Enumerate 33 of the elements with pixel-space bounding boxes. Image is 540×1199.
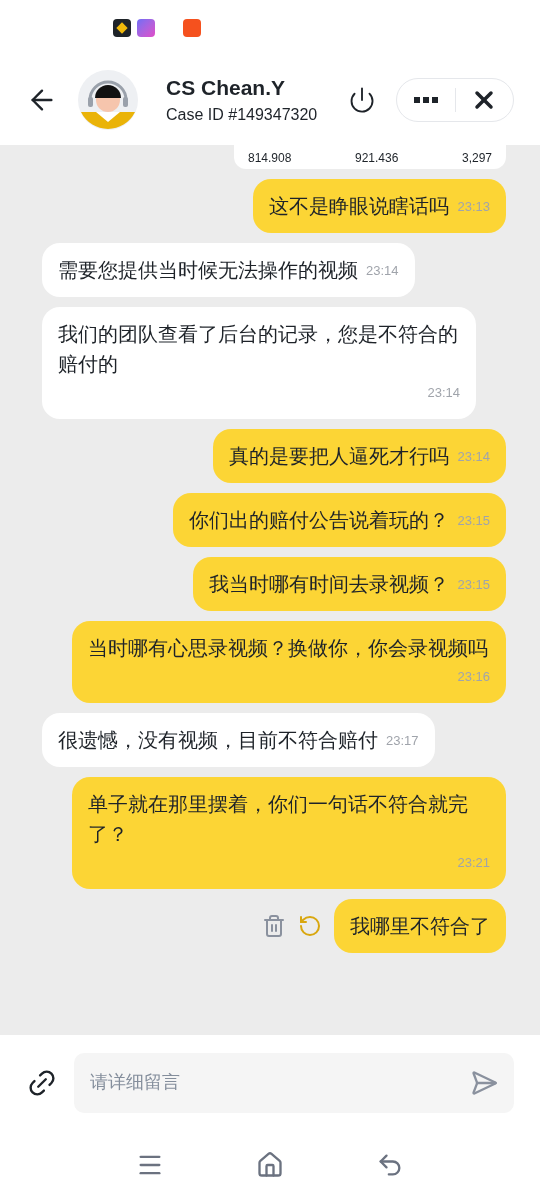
- message-text: 我们的团队查看了后台的记录，您是不符合的赔付的: [58, 322, 459, 377]
- message-time: 23:14: [427, 384, 460, 402]
- message-time: 23:13: [457, 198, 490, 216]
- message-time: 23:14: [457, 448, 490, 466]
- app-icon: [137, 18, 155, 37]
- message-time: 23:14: [366, 262, 399, 280]
- message-text: 当时哪有心思录视频？换做你，你会录视频吗: [88, 636, 488, 661]
- case-id: Case ID #149347320: [166, 105, 318, 126]
- message-time: 23:17: [386, 732, 419, 750]
- app-icon: [183, 18, 201, 37]
- agent-name: CS Chean.Y: [166, 74, 287, 101]
- delete-icon[interactable]: [262, 914, 286, 938]
- power-icon[interactable]: [348, 86, 376, 114]
- message-text: 真的是要把人逼死才行吗: [229, 444, 450, 469]
- message-text: 需要您提供当时候无法操作的视频: [58, 258, 358, 283]
- message-time: 23:16: [457, 668, 490, 686]
- message-text: 我哪里不符合了: [350, 914, 490, 939]
- message-time: 23:15: [457, 512, 490, 530]
- message-time: 23:21: [457, 854, 490, 872]
- send-icon[interactable]: [470, 1068, 498, 1097]
- avatar-drawing: [78, 70, 138, 130]
- message-text: 单子就在那里摆着，你们一句话不符合就完了？: [88, 792, 469, 847]
- message-text: 你们出的赔付公告说着玩的？: [189, 508, 450, 533]
- home-icon[interactable]: [256, 1150, 284, 1179]
- message-text: 这不是睁眼说瞎话吗: [269, 194, 450, 219]
- message-text: 很遗憾，没有视频，目前不符合赔付: [58, 728, 378, 753]
- image-value: 814.908: [248, 150, 292, 167]
- message-text: 我当时哪有时间去录视频？: [209, 572, 450, 597]
- message-input-field[interactable]: 请详细留言: [74, 1052, 514, 1113]
- app-icon: [113, 18, 131, 37]
- image-value: 3,297: [461, 150, 492, 167]
- message-time: 23:15: [457, 576, 490, 594]
- image-value: 921.436: [355, 150, 399, 167]
